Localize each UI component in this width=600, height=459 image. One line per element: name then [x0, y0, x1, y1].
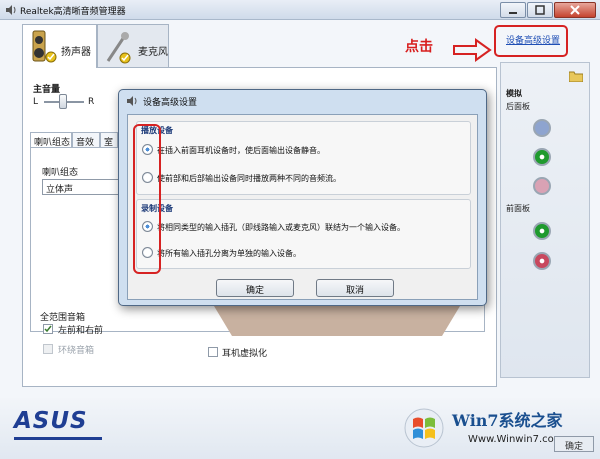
surround-label: 环绕音箱	[58, 346, 95, 356]
tab-microphone[interactable]: 麦克风	[97, 24, 169, 68]
speaker-config-select[interactable]: 立体声	[42, 179, 122, 195]
minimize-icon	[509, 12, 517, 14]
maximize-icon	[535, 5, 545, 15]
back-jack-green[interactable]	[533, 148, 551, 166]
watermark-url: Www.Winwin7.com	[468, 434, 564, 445]
asus-logo-underline	[14, 437, 102, 440]
asus-logo: ASUS	[14, 408, 88, 434]
headphone-virtual-checkbox[interactable]	[208, 347, 218, 357]
advanced-settings-dialog: 设备高级设置 播放设备 在插入前面耳机设备时，使后面输出设备静音。 使前部和后部…	[118, 89, 487, 306]
speaker-config-label: 喇叭组态	[42, 168, 79, 178]
window-controls	[500, 2, 596, 18]
windows-logo-icon	[404, 408, 444, 448]
dialog-title: 设备高级设置	[143, 98, 198, 108]
front-jack-green[interactable]	[533, 222, 551, 240]
title-bar: Realtek高清晰音频管理器	[0, 0, 600, 20]
cancel-button[interactable]: 取消	[316, 279, 394, 297]
click-hint-text: 点击	[405, 39, 433, 55]
tab-speaker[interactable]: 扬声器	[22, 24, 97, 68]
volume-slider-thumb[interactable]	[59, 94, 67, 109]
playback-opt2-label: 使前部和后部输出设备同时播放两种不同的音频流。	[157, 174, 341, 183]
folder-icon[interactable]	[569, 70, 583, 82]
window-title: Realtek高清晰音频管理器	[20, 7, 126, 17]
speaker-icon	[6, 5, 16, 15]
playback-group: 播放设备 在插入前面耳机设备时，使后面输出设备静音。 使前部和后部输出设备同时播…	[136, 121, 471, 195]
tab-microphone-label: 麦克风	[138, 47, 168, 58]
minimize-button[interactable]	[500, 2, 526, 18]
front-lr-checkbox[interactable]	[43, 324, 53, 334]
speaker-icon	[127, 96, 137, 106]
analog-label: 模拟	[506, 89, 522, 98]
speaker-floor-graphic	[214, 306, 460, 336]
check-icon	[44, 325, 52, 333]
front-lr-label: 左前和右前	[58, 326, 104, 336]
playback-opt1-label: 在插入前面耳机设备时，使后面输出设备静音。	[157, 146, 325, 155]
balance-right-label: R	[88, 97, 95, 107]
speaker-device-icon	[32, 30, 57, 63]
back-jack-blue[interactable]	[533, 119, 551, 137]
record-group: 录制设备 将相同类型的输入插孔（即线路输入或麦克风）联结为一个输入设备。 将所有…	[136, 199, 471, 269]
speaker-config-value: 立体声	[46, 185, 74, 195]
back-jack-pink[interactable]	[533, 177, 551, 195]
tab-speaker-config[interactable]: 喇叭组态	[30, 132, 72, 148]
tab-speaker-label: 扬声器	[61, 47, 91, 58]
surround-checkbox[interactable]	[43, 344, 53, 354]
dialog-content: 播放设备 在插入前面耳机设备时，使后面输出设备静音。 使前部和后部输出设备同时播…	[127, 114, 478, 300]
record-opt1-label: 将相同类型的输入插孔（即线路输入或麦克风）联结为一个输入设备。	[157, 223, 405, 232]
maximize-button[interactable]	[527, 2, 553, 18]
main-ok-button[interactable]: 确定	[554, 436, 594, 452]
radio-highlight-box	[133, 124, 161, 274]
dialog-title-bar: 设备高级设置	[119, 90, 486, 112]
record-opt2-label: 将所有输入插孔分离为单独的输入设备。	[157, 249, 301, 258]
highlight-box	[494, 25, 568, 57]
tab-effects[interactable]: 音效	[72, 132, 100, 148]
watermark-title: Win7系统之家	[452, 411, 563, 430]
tab-room[interactable]: 室	[100, 132, 118, 148]
arrow-right-icon	[453, 38, 492, 62]
main-volume-label: 主音量	[33, 85, 61, 95]
balance-left-label: L	[33, 97, 39, 107]
microphone-icon	[106, 32, 131, 64]
front-jack-pink[interactable]	[533, 252, 551, 270]
back-panel-label: 后面板	[506, 102, 530, 111]
headphone-virtual-label: 耳机虚拟化	[222, 349, 268, 359]
ok-button[interactable]: 确定	[216, 279, 294, 297]
close-button[interactable]	[554, 2, 596, 18]
front-panel-label: 前面板	[506, 204, 530, 213]
close-icon	[570, 5, 580, 15]
full-range-label: 全范围音箱	[40, 313, 86, 323]
